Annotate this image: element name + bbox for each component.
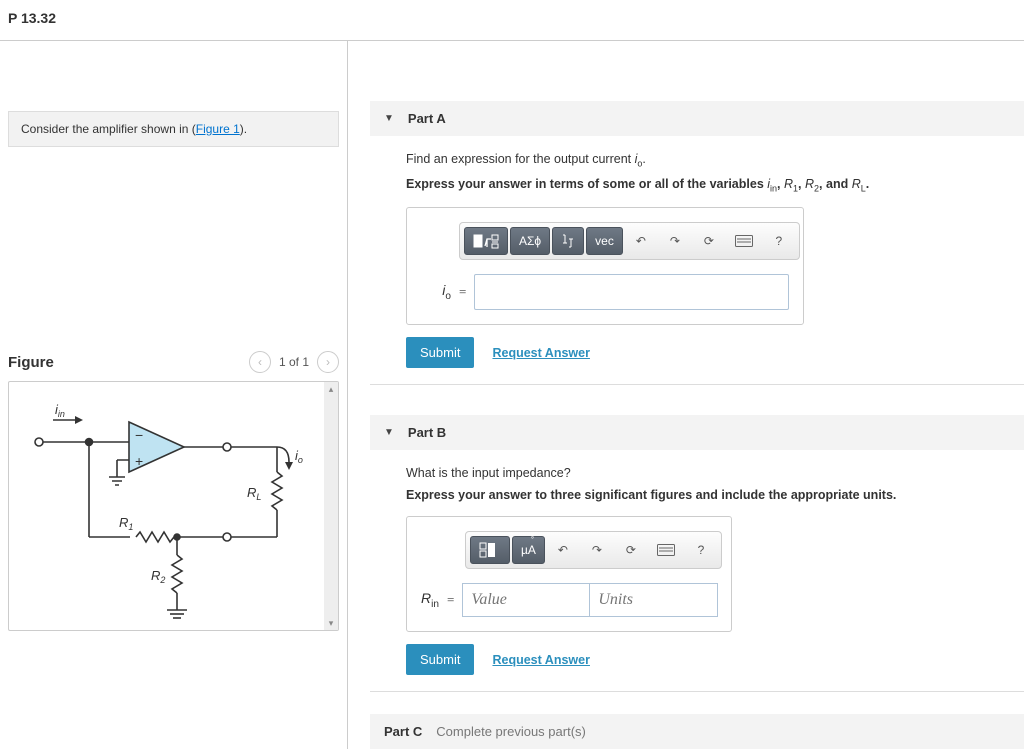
- svg-text:+: +: [135, 453, 143, 469]
- part-b-submit-button[interactable]: Submit: [406, 644, 474, 675]
- part-a-answer-input[interactable]: [474, 274, 789, 310]
- help-button[interactable]: ?: [685, 536, 717, 564]
- part-a-toolbar: ΑΣϕ vec ↶ ↷ ⟳ ?: [459, 222, 800, 260]
- figure-title: Figure: [8, 354, 54, 371]
- part-c-subtitle: Complete previous part(s): [436, 724, 586, 739]
- undo-button[interactable]: ↶: [625, 227, 657, 255]
- svg-text:RL: RL: [247, 485, 261, 502]
- reset-button[interactable]: ⟳: [693, 227, 725, 255]
- part-a-question: Find an expression for the output curren…: [406, 152, 1024, 169]
- part-a-submit-button[interactable]: Submit: [406, 337, 474, 368]
- prompt-text-suffix: ).: [240, 122, 247, 136]
- part-c-header[interactable]: Part C Complete previous part(s): [370, 714, 1024, 749]
- part-b-toolbar: µA° ↶ ↷ ⟳ ?: [465, 531, 722, 569]
- scroll-up-icon[interactable]: ▴: [324, 382, 338, 396]
- part-a-instruction: Express your answer in terms of some or …: [406, 177, 1024, 194]
- part-b-units-input[interactable]: [590, 583, 718, 617]
- reset-button[interactable]: ⟳: [615, 536, 647, 564]
- part-b-lhs: Rin: [421, 590, 439, 610]
- collapse-icon: ▼: [384, 427, 394, 438]
- scroll-down-icon[interactable]: ▾: [324, 616, 338, 630]
- svg-text:R2: R2: [151, 568, 165, 585]
- part-a-header[interactable]: ▼ Part A: [370, 101, 1024, 136]
- redo-button[interactable]: ↷: [581, 536, 613, 564]
- help-button[interactable]: ?: [763, 227, 795, 255]
- part-b-instruction: Express your answer to three significant…: [406, 488, 1024, 502]
- units-picker-button[interactable]: µA°: [512, 536, 545, 564]
- part-b-question: What is the input impedance?: [406, 466, 1024, 480]
- figure-link[interactable]: Figure 1: [196, 122, 240, 136]
- templates-button[interactable]: [470, 536, 510, 564]
- part-b-label: Part B: [408, 425, 446, 440]
- right-column: ▼ Part A Find an expression for the outp…: [348, 41, 1024, 749]
- templates-button[interactable]: [464, 227, 508, 255]
- svg-text:io: io: [295, 448, 303, 465]
- part-c-label: Part C: [384, 724, 422, 739]
- equals-sign: =: [459, 284, 466, 300]
- keyboard-button[interactable]: [649, 536, 683, 564]
- figure-next-button[interactable]: ›: [317, 351, 339, 373]
- equals-sign: =: [447, 592, 454, 608]
- svg-text:−: −: [135, 427, 143, 443]
- problem-number: P 13.32: [8, 10, 1016, 26]
- page-header: P 13.32: [0, 0, 1024, 41]
- subsup-button[interactable]: [552, 227, 584, 255]
- part-a-answer-box: ΑΣϕ vec ↶ ↷ ⟳ ? io: [406, 207, 804, 325]
- figure-counter: 1 of 1: [275, 355, 313, 369]
- greek-button[interactable]: ΑΣϕ: [510, 227, 550, 255]
- problem-prompt: Consider the amplifier shown in (Figure …: [8, 111, 339, 147]
- figure-section: Figure ‹ 1 of 1 ›: [0, 347, 347, 631]
- figure-scrollbar[interactable]: ▴ ▾: [324, 382, 338, 630]
- figure-prev-button[interactable]: ‹: [249, 351, 271, 373]
- circuit-diagram: − + io: [9, 382, 327, 631]
- keyboard-button[interactable]: [727, 227, 761, 255]
- figure-viewport: − + io: [8, 381, 339, 631]
- prompt-text-prefix: Consider the amplifier shown in (: [21, 122, 196, 136]
- part-b-answer-box: µA° ↶ ↷ ⟳ ? Rin =: [406, 516, 732, 632]
- part-a: ▼ Part A Find an expression for the outp…: [370, 101, 1024, 385]
- vec-button[interactable]: vec: [586, 227, 623, 255]
- part-b-value-input[interactable]: [462, 583, 590, 617]
- undo-button[interactable]: ↶: [547, 536, 579, 564]
- part-a-request-answer-link[interactable]: Request Answer: [492, 346, 589, 360]
- part-a-label: Part A: [408, 111, 446, 126]
- part-b-request-answer-link[interactable]: Request Answer: [492, 653, 589, 667]
- part-b: ▼ Part B What is the input impedance? Ex…: [370, 415, 1024, 692]
- redo-button[interactable]: ↷: [659, 227, 691, 255]
- collapse-icon: ▼: [384, 113, 394, 124]
- left-column: Consider the amplifier shown in (Figure …: [0, 41, 348, 749]
- part-b-header[interactable]: ▼ Part B: [370, 415, 1024, 450]
- svg-text:iin: iin: [55, 402, 65, 419]
- svg-text:R1: R1: [119, 515, 133, 532]
- part-a-lhs: io: [421, 282, 451, 302]
